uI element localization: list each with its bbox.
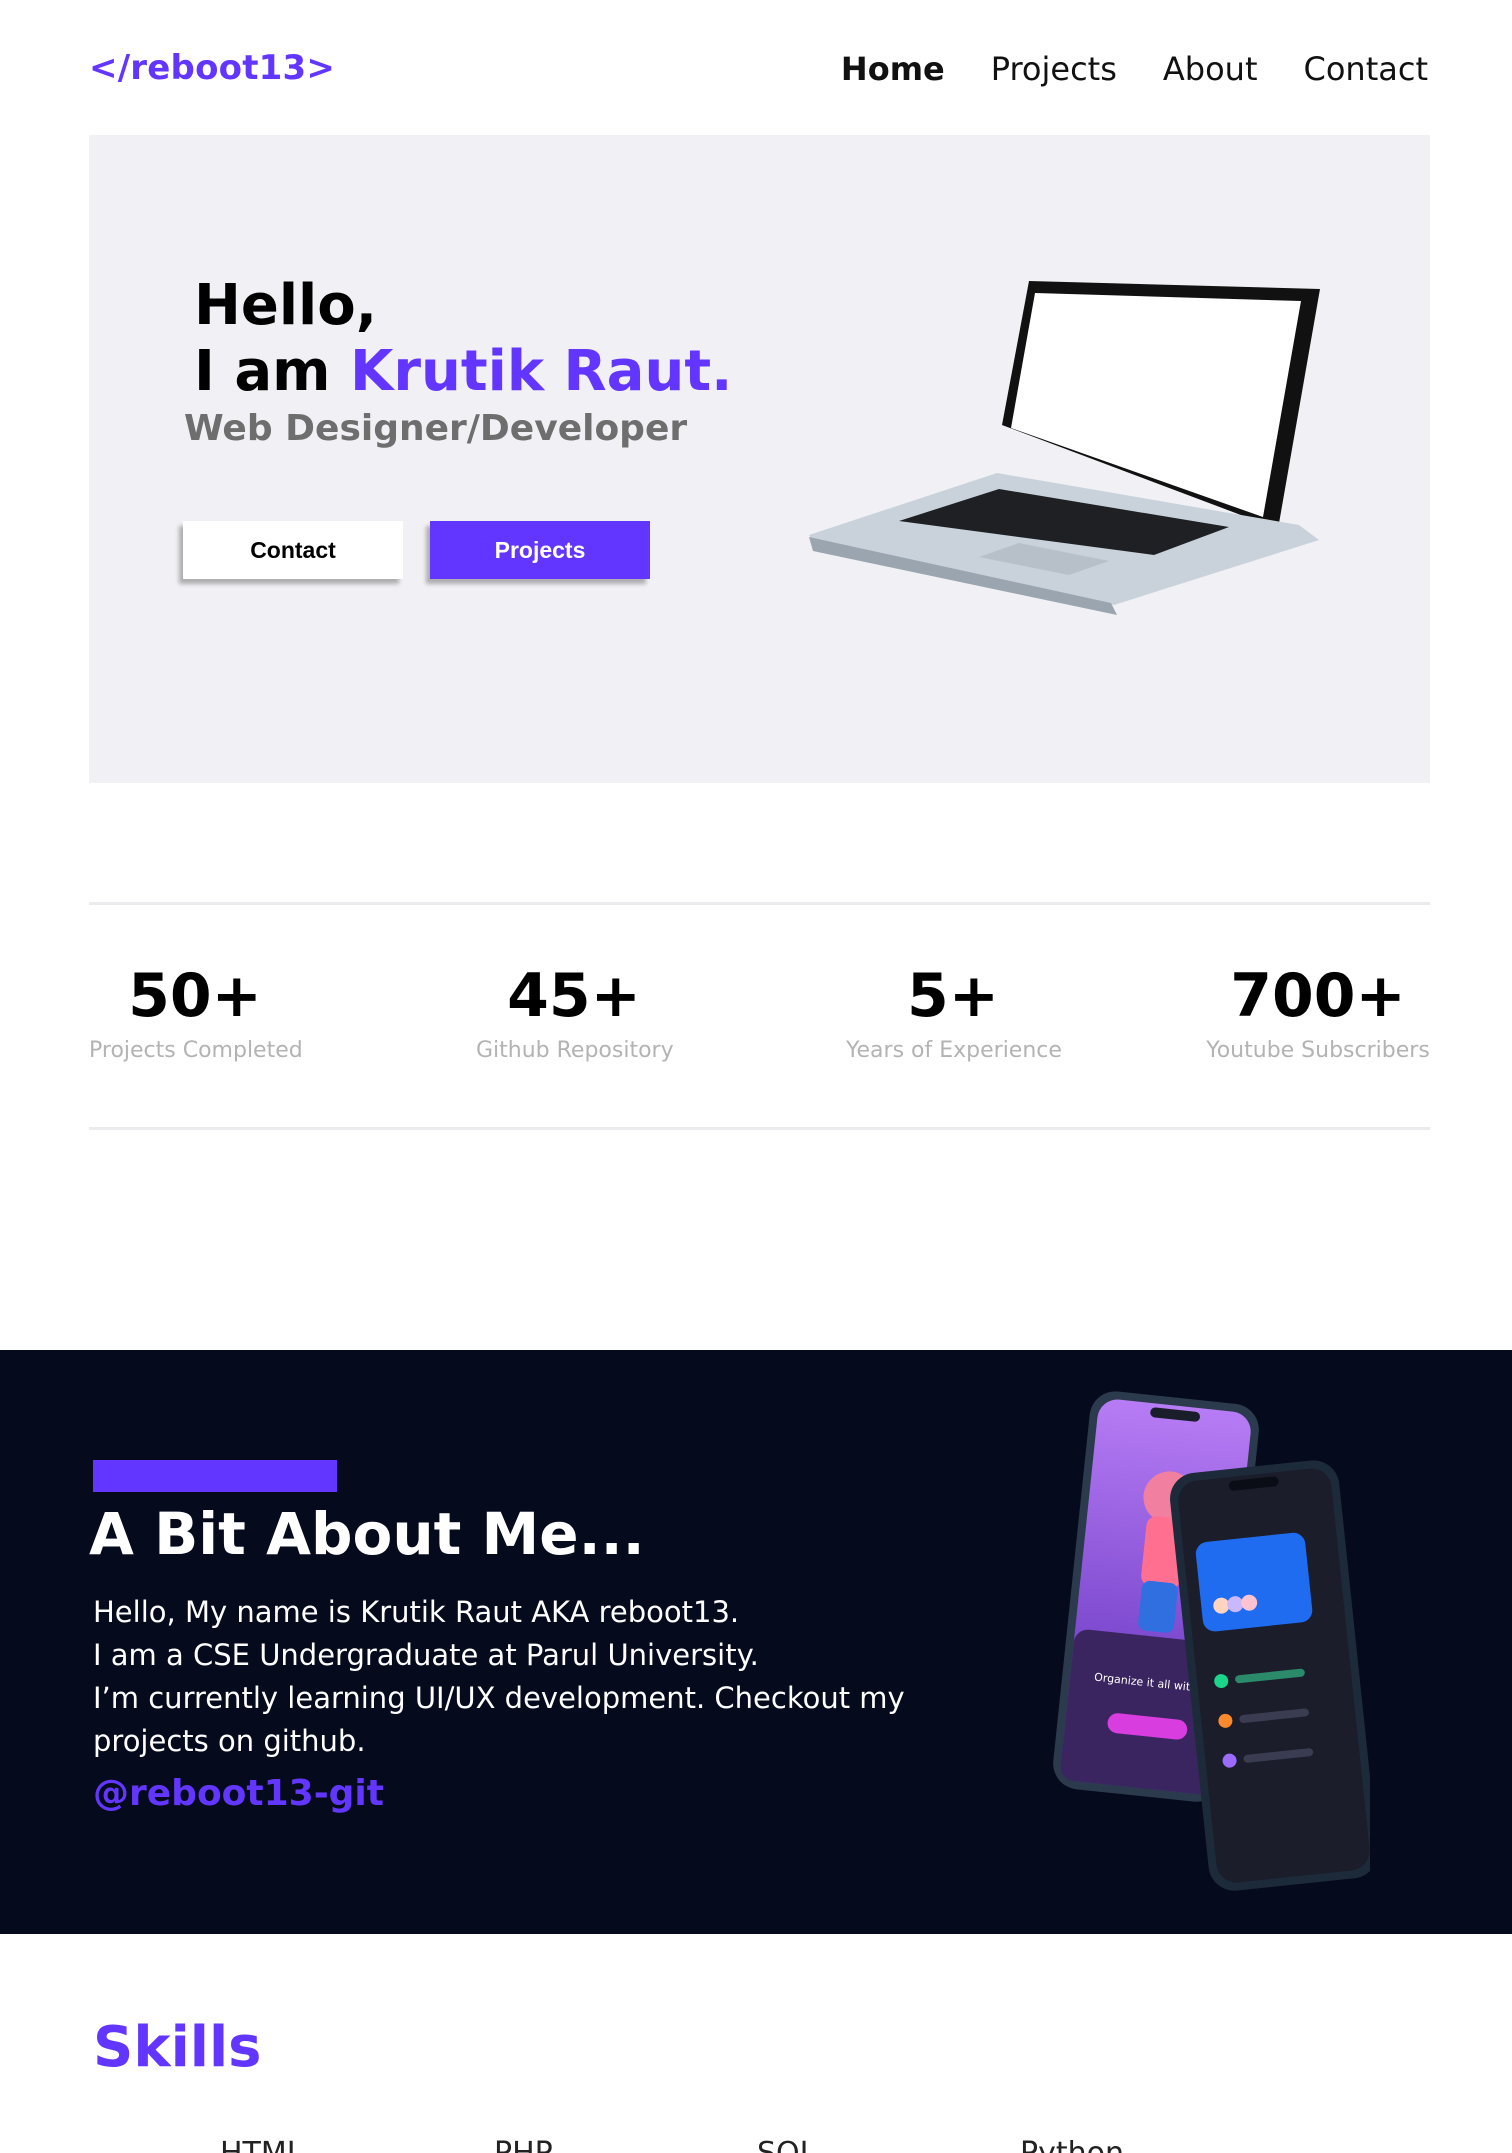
skill-python: Python xyxy=(1020,2136,1124,2153)
laptop-illustration xyxy=(809,281,1320,615)
skills-title: Skills xyxy=(93,2015,262,2080)
stats-divider-bottom xyxy=(89,1127,1430,1130)
stats-divider-top xyxy=(89,902,1430,905)
about-line: projects on github. xyxy=(93,1724,366,1758)
stat-projects: 50+ Projects Completed xyxy=(89,960,303,1063)
about-title: A Bit About Me... xyxy=(89,1500,645,1568)
stat-label: Youtube Subscribers xyxy=(1206,1038,1430,1063)
stat-label: Projects Completed xyxy=(89,1038,303,1063)
stat-value: 45+ xyxy=(507,961,641,1031)
nav-link-contact[interactable]: Contact xyxy=(1304,50,1429,88)
stat-label: Github Repository xyxy=(476,1038,674,1063)
stat-value: 5+ xyxy=(906,961,1000,1031)
hero-greeting: Hello, xyxy=(194,273,377,338)
top-navbar: </reboot13> Home Projects About Contact xyxy=(0,0,1512,135)
stat-github: 45+ Github Repository xyxy=(476,960,674,1063)
hero-section: Hello, I am Krutik Raut. Web Designer/De… xyxy=(89,135,1430,783)
phones-mockup-image: Organize it all with Estaro xyxy=(1053,1391,1370,1891)
about-line: I’m currently learning UI/UX development… xyxy=(93,1681,905,1715)
skill-html: HTML xyxy=(220,2136,303,2153)
stat-value: 50+ xyxy=(128,961,262,1031)
nav-link-projects[interactable]: Projects xyxy=(991,50,1117,88)
stat-experience: 5+ Years of Experience xyxy=(846,960,1062,1063)
about-line: Hello, My name is Krutik Raut AKA reboot… xyxy=(93,1595,740,1629)
stat-label: Years of Experience xyxy=(846,1038,1062,1063)
hero-intro-prefix: I am xyxy=(194,339,350,404)
site-logo[interactable]: </reboot13> xyxy=(89,48,335,88)
hero-name: Krutik Raut. xyxy=(349,339,733,404)
stat-youtube: 700+ Youtube Subscribers xyxy=(1205,960,1431,1063)
stat-value: 700+ xyxy=(1230,961,1406,1031)
about-section: A Bit About Me... Hello, My name is Krut… xyxy=(0,1350,1512,1934)
nav-link-about[interactable]: About xyxy=(1163,50,1258,88)
about-accent-bar xyxy=(93,1460,337,1492)
contact-button[interactable]: Contact xyxy=(183,521,403,579)
hero-intro: I am Krutik Raut. xyxy=(194,339,732,405)
nav-link-home[interactable]: Home xyxy=(841,50,945,88)
skill-php: PHP xyxy=(494,2136,553,2153)
skill-sql: SQL xyxy=(757,2136,816,2153)
nav-menu: Home Projects About Contact xyxy=(841,50,1428,88)
about-line: I am a CSE Undergraduate at Parul Univer… xyxy=(93,1638,759,1672)
github-handle-link[interactable]: @reboot13-git xyxy=(93,1773,384,1814)
hero-role: Web Designer/Developer xyxy=(184,408,688,449)
projects-button[interactable]: Projects xyxy=(430,521,650,579)
about-description: Hello, My name is Krutik Raut AKA reboot… xyxy=(93,1591,973,1763)
